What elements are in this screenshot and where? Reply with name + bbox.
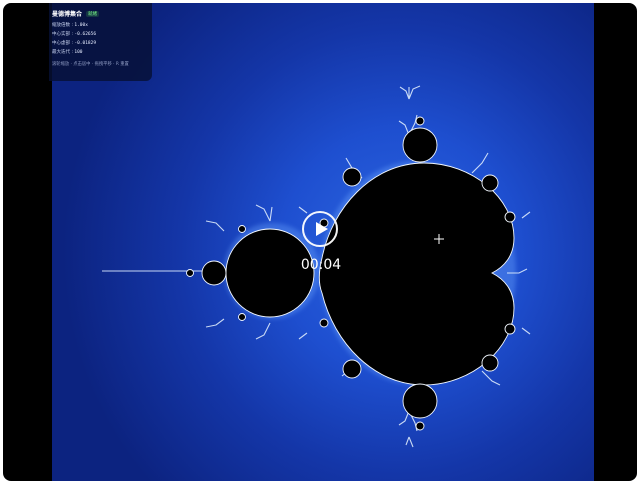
- video-time: 00:04: [300, 257, 342, 273]
- panel-title: 曼德博集合: [52, 11, 83, 18]
- status-badge: 就绪: [86, 10, 100, 17]
- iter-value: 100: [74, 50, 83, 55]
- zoom-label: 缩放倍数: [52, 23, 70, 28]
- iter-label: 最大迭代: [52, 50, 70, 55]
- zoom-value: 1.00x: [74, 23, 88, 28]
- zoom-row: 缩放倍数 : 1.00x: [52, 23, 88, 28]
- iter-row: 最大迭代 : 100: [52, 50, 83, 55]
- controls-hint: 滚轮缩放 · 点击居中 · 拖拽平移 · R 重置: [52, 62, 129, 67]
- center-im-label: 中心虚部: [52, 41, 70, 46]
- play-button[interactable]: [302, 211, 338, 247]
- play-icon: [315, 222, 328, 236]
- center-re-label: 中心实部: [52, 32, 70, 37]
- info-panel: 曼德博集合 就绪 缩放倍数 : 1.00x 中心实部 : -0.62656 中心…: [49, 3, 152, 81]
- center-re-row: 中心实部 : -0.62656: [52, 32, 97, 37]
- crosshair-icon: [434, 234, 444, 244]
- center-im-value: -0.01829: [74, 41, 97, 46]
- center-re-value: -0.62656: [74, 32, 97, 37]
- center-im-row: 中心虚部 : -0.01829: [52, 41, 97, 46]
